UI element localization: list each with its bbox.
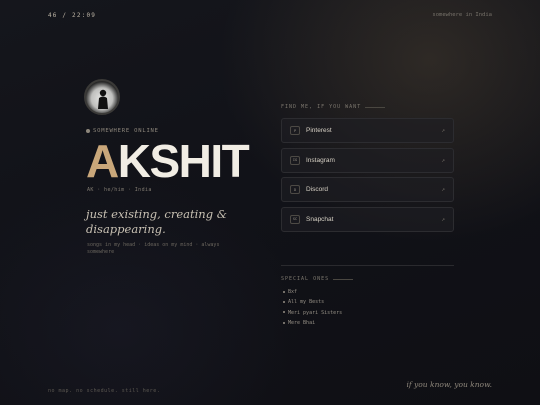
profile-name: AKSHIT	[86, 135, 250, 187]
list-item: All my Bests	[283, 297, 342, 307]
snapchat-icon: SC	[290, 214, 300, 224]
footer-left-text: no map. no schedule. still here.	[48, 388, 161, 394]
arrow-up-right-icon: ↗	[441, 127, 445, 134]
special-section-title: SPECIAL ONES	[281, 276, 354, 282]
special-list: Bxf All my Bests Meri pyari Sisters Mere…	[283, 287, 342, 329]
status-dot-icon	[86, 128, 90, 133]
link-discord[interactable]: D Discord ↗	[281, 177, 454, 202]
time-indicator: 46 / 22:09	[48, 12, 97, 19]
status-text: SOMEWHERE ONLINE	[93, 128, 159, 134]
avatar	[84, 79, 120, 115]
list-item-text: Meri pyari Sisters	[288, 309, 343, 316]
link-label: Instagram	[306, 156, 335, 164]
title-rule	[365, 106, 386, 108]
link-label: Snapchat	[306, 215, 334, 223]
social-links: P Pinterest ↗ IG Instagram ↗ D Discord ↗…	[281, 118, 454, 236]
bullet-icon	[283, 290, 285, 293]
title-rule	[333, 278, 354, 280]
arrow-up-right-icon: ↗	[441, 215, 445, 223]
footer-right-text: if you know, you know.	[406, 380, 493, 389]
list-item: Bxf	[283, 287, 342, 297]
pinterest-icon: P	[290, 126, 300, 135]
arrow-up-right-icon: ↗	[441, 156, 445, 164]
list-item: Mere Bhai	[283, 318, 342, 328]
link-instagram[interactable]: IG Instagram ↗	[281, 147, 454, 173]
list-item-text: All my Bests	[288, 299, 325, 306]
list-item-text: Bxf	[288, 289, 298, 295]
links-section-title: FIND ME, IF YOU WANT	[281, 104, 386, 110]
special-section-title-text: SPECIAL ONES	[281, 276, 330, 282]
link-snapchat[interactable]: SC Snapchat ↗	[281, 206, 454, 232]
bullet-icon	[283, 311, 285, 314]
location-text: somewhere in India	[432, 12, 492, 18]
name-initial: A	[86, 135, 119, 187]
list-item: Meri pyari Sisters	[283, 308, 342, 318]
arrow-up-right-icon: ↗	[441, 186, 445, 193]
avatar-figure-icon	[98, 89, 108, 109]
profile-description: songs in my head · ideas on my mind · al…	[87, 242, 220, 255]
name-rest: KSHIT	[117, 135, 250, 187]
online-status: SOMEWHERE ONLINE	[86, 128, 159, 134]
list-item-text: Mere Bhai	[288, 320, 316, 327]
instagram-icon: IG	[290, 155, 300, 165]
tagline: just existing, creating & disappearing.	[86, 207, 227, 236]
link-pinterest[interactable]: P Pinterest ↗	[281, 118, 454, 143]
links-section-title-text: FIND ME, IF YOU WANT	[281, 104, 362, 110]
bullet-icon	[283, 300, 285, 303]
bullet-icon	[283, 321, 285, 324]
section-divider	[281, 265, 454, 266]
discord-icon: D	[290, 185, 300, 194]
link-label: Discord	[306, 186, 329, 193]
profile-meta: AK · he/him · India	[87, 187, 152, 193]
link-label: Pinterest	[306, 127, 332, 134]
